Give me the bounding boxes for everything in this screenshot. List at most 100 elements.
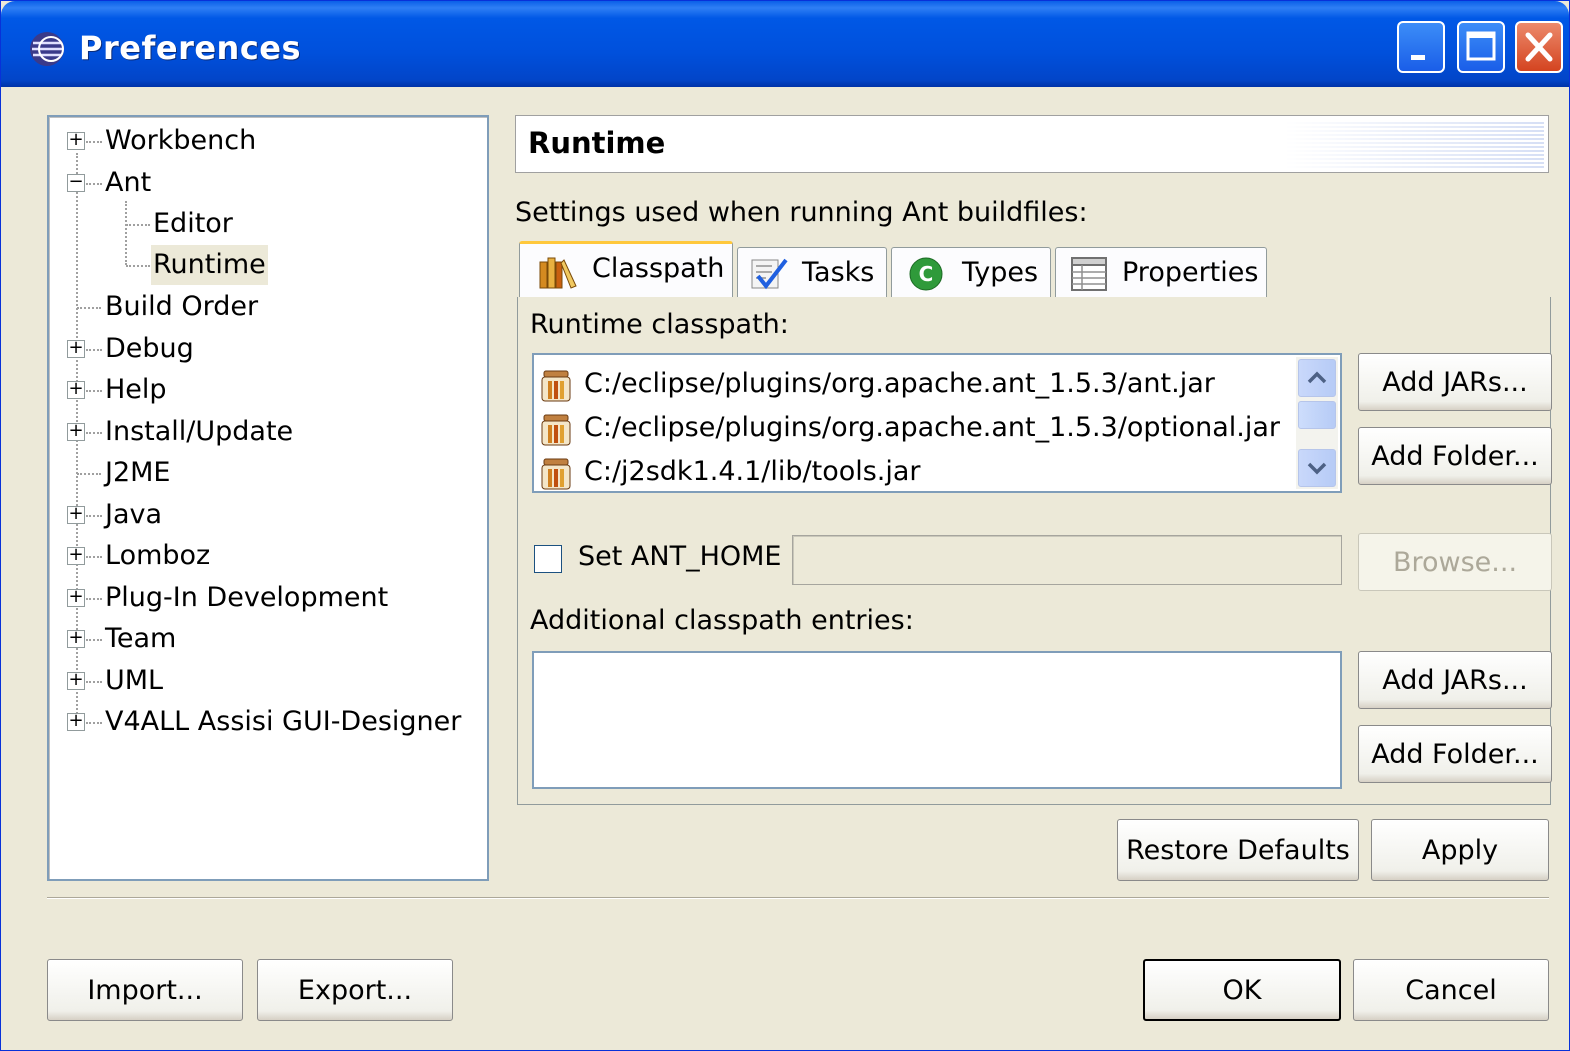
tree-item-team[interactable]: + Team xyxy=(49,619,485,659)
tree-item-label: Debug xyxy=(105,333,194,364)
expand-icon[interactable]: + xyxy=(67,712,85,731)
properties-table-icon xyxy=(1071,257,1107,291)
tab-types[interactable]: C Types xyxy=(891,247,1051,297)
tree-item-label: UML xyxy=(105,665,164,696)
expand-icon[interactable]: + xyxy=(67,422,85,441)
restore-defaults-button[interactable]: Restore Defaults xyxy=(1117,819,1359,881)
add-folder-button[interactable]: Add Folder... xyxy=(1358,427,1552,485)
tab-label: Properties xyxy=(1122,257,1259,288)
header-decoration xyxy=(1284,120,1544,168)
tree-item-label: Lomboz xyxy=(105,540,211,571)
tree-item-workbench[interactable]: + Workbench xyxy=(49,121,485,161)
jar-icon xyxy=(541,458,571,490)
expand-icon[interactable]: + xyxy=(67,131,85,150)
tree-connector xyxy=(86,556,102,558)
chevron-down-icon xyxy=(1307,462,1327,475)
expand-icon[interactable]: + xyxy=(67,588,85,607)
tree-item-uml[interactable]: + UML xyxy=(49,661,485,701)
tree-item-debug[interactable]: + Debug xyxy=(49,329,485,369)
list-item-label: C:/eclipse/plugins/org.apache.ant_1.5.3/… xyxy=(584,368,1215,399)
scroll-up-button[interactable] xyxy=(1298,359,1336,397)
tab-label: Tasks xyxy=(802,257,875,288)
tree-item-label: Plug-In Development xyxy=(105,582,389,613)
expand-icon[interactable]: + xyxy=(67,629,85,648)
set-ant-home-label: Set ANT_HOME xyxy=(578,541,782,572)
expand-icon[interactable]: + xyxy=(67,339,85,358)
ok-button[interactable]: OK xyxy=(1143,959,1341,1021)
expand-icon[interactable]: + xyxy=(67,671,85,690)
tab-label: Types xyxy=(962,257,1039,288)
tree-connector xyxy=(77,307,101,309)
tree-connector xyxy=(86,349,102,351)
add-jars-button[interactable]: Add JARs... xyxy=(1358,353,1552,411)
tree-connector xyxy=(86,432,102,434)
tree-connector xyxy=(126,265,150,267)
tab-tasks[interactable]: Tasks xyxy=(737,247,887,297)
scroll-thumb[interactable] xyxy=(1298,401,1336,429)
maximize-icon xyxy=(1466,31,1496,61)
preferences-window: Preferences + Workbench − Ant Editor Run… xyxy=(0,0,1570,1051)
maximize-button[interactable] xyxy=(1457,21,1505,73)
tree-item-java[interactable]: + Java xyxy=(49,495,485,535)
import-button[interactable]: Import... xyxy=(47,959,243,1021)
runtime-classpath-list[interactable]: C:/eclipse/plugins/org.apache.ant_1.5.3/… xyxy=(532,353,1342,493)
tree-item-label: Help xyxy=(105,374,167,405)
collapse-icon[interactable]: − xyxy=(67,173,85,192)
cancel-button[interactable]: Cancel xyxy=(1353,959,1549,1021)
tree-item-lomboz[interactable]: + Lomboz xyxy=(49,536,485,576)
tree-item-label: Java xyxy=(105,499,163,530)
eclipse-icon xyxy=(30,32,64,66)
tree-item-editor[interactable]: Editor xyxy=(49,204,485,244)
export-button[interactable]: Export... xyxy=(257,959,453,1021)
tree-item-label: Ant xyxy=(105,167,152,198)
additional-classpath-list[interactable] xyxy=(532,651,1342,789)
additional-add-jars-button[interactable]: Add JARs... xyxy=(1358,651,1552,709)
tree-connector xyxy=(86,183,102,185)
close-button[interactable] xyxy=(1515,21,1563,73)
expand-icon[interactable]: + xyxy=(67,380,85,399)
tree-item-ant[interactable]: − Ant xyxy=(49,163,485,203)
window-title: Preferences xyxy=(79,29,302,67)
tree-item-runtime[interactable]: Runtime xyxy=(49,245,485,285)
tree-item-install-update[interactable]: + Install/Update xyxy=(49,412,485,452)
expand-icon[interactable]: + xyxy=(67,546,85,565)
tab-classpath[interactable]: Classpath xyxy=(519,241,733,299)
set-ant-home-checkbox[interactable] xyxy=(534,545,562,573)
classpath-panel: Runtime classpath: C:/eclipse/plugins/or… xyxy=(517,297,1552,805)
preferences-tree[interactable]: + Workbench − Ant Editor Runtime Build O… xyxy=(47,115,489,881)
tree-connector xyxy=(86,681,102,683)
jar-icon xyxy=(541,370,571,402)
svg-text:C: C xyxy=(919,262,934,286)
expand-icon[interactable]: + xyxy=(67,505,85,524)
tree-item-build-order[interactable]: Build Order xyxy=(49,287,485,327)
vertical-scrollbar[interactable] xyxy=(1296,357,1338,489)
tree-item-label: Build Order xyxy=(105,291,259,322)
jar-icon xyxy=(541,414,571,446)
apply-button[interactable]: Apply xyxy=(1371,819,1549,881)
tree-item-j2me[interactable]: J2ME xyxy=(49,453,485,493)
tree-item-label: Editor xyxy=(153,208,233,239)
page-header: Runtime xyxy=(515,115,1549,173)
tree-item-label: Install/Update xyxy=(105,416,294,447)
tree-connector xyxy=(86,639,102,641)
tree-connector xyxy=(77,473,101,475)
tree-connector xyxy=(86,141,102,143)
ant-home-field[interactable] xyxy=(792,535,1342,585)
tree-connector xyxy=(86,722,102,724)
minimize-button[interactable] xyxy=(1397,21,1445,73)
tab-properties[interactable]: Properties xyxy=(1055,247,1267,297)
tree-item-help[interactable]: + Help xyxy=(49,370,485,410)
title-bar[interactable]: Preferences xyxy=(1,1,1569,87)
runtime-classpath-label: Runtime classpath: xyxy=(530,309,789,340)
separator xyxy=(47,897,1549,899)
browse-button[interactable]: Browse... xyxy=(1358,533,1552,591)
tree-item-v4all-assisi[interactable]: + V4ALL Assisi GUI-Designer xyxy=(49,702,485,742)
tree-item-label-selected: Runtime xyxy=(151,245,268,285)
books-icon xyxy=(539,257,577,289)
tree-connector xyxy=(86,390,102,392)
tree-item-plug-in-development[interactable]: + Plug-In Development xyxy=(49,578,485,618)
list-item-label: C:/eclipse/plugins/org.apache.ant_1.5.3/… xyxy=(584,412,1281,443)
tree-item-label: J2ME xyxy=(105,457,171,488)
scroll-down-button[interactable] xyxy=(1298,449,1336,487)
additional-add-folder-button[interactable]: Add Folder... xyxy=(1358,725,1552,783)
